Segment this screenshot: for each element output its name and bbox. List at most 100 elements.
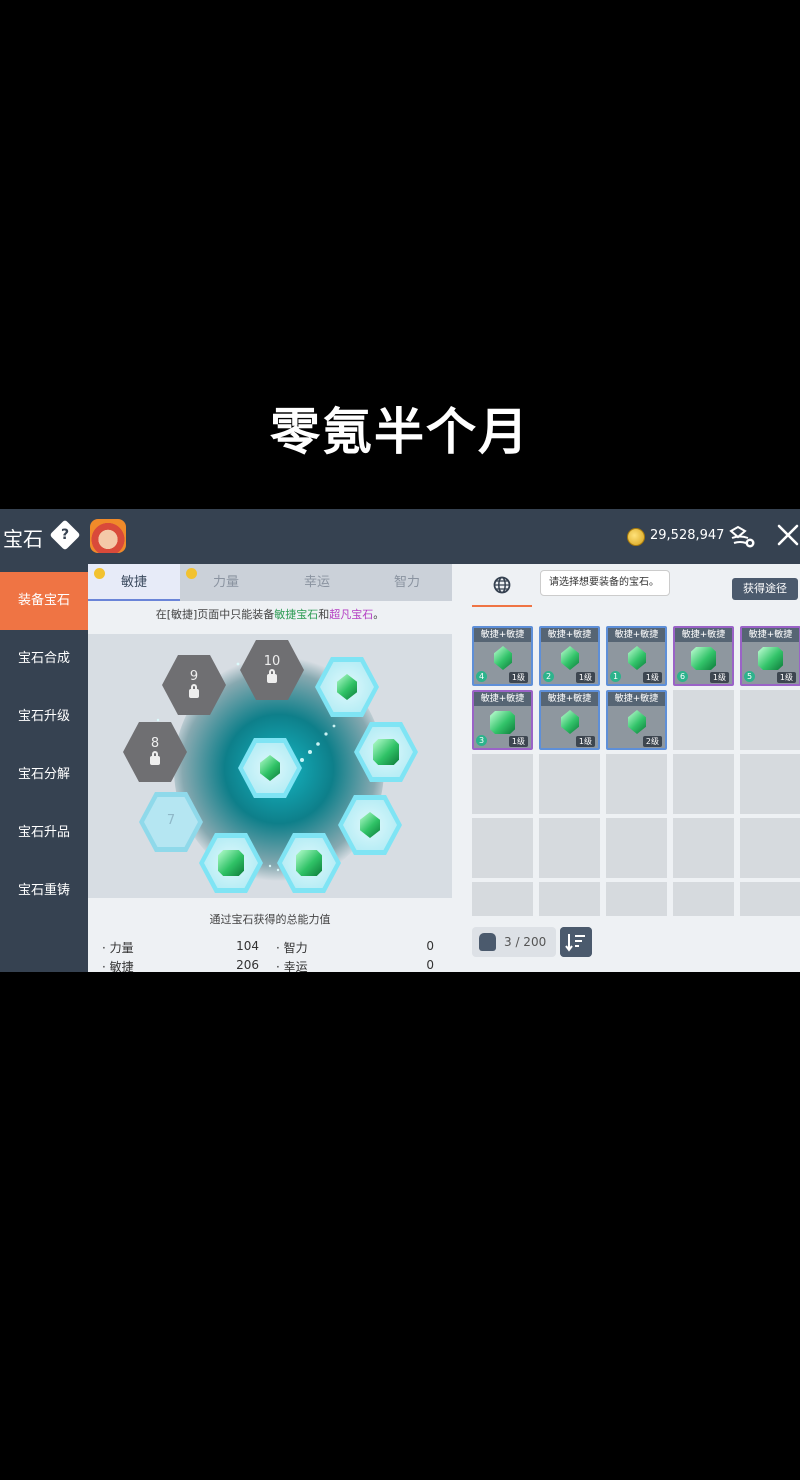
game-window: 宝石 ? 29,528,947 装备宝石 宝石合成 宝石升级 宝石分解 宝石升品… (0, 509, 800, 972)
tab-all-gems[interactable] (472, 564, 532, 607)
empty-inventory-cell (740, 754, 800, 814)
gem-card[interactable]: 敏捷+敏捷 1级 (539, 690, 600, 750)
tab-badge-icon (186, 568, 197, 579)
acquire-source-button[interactable]: 获得途径 (732, 578, 798, 600)
gem-count: 5 (744, 671, 755, 682)
gem-card-name: 敏捷+敏捷 (541, 692, 598, 706)
gem-count: 6 (677, 671, 688, 682)
empty-inventory-cell (673, 690, 734, 750)
gem-level: 1级 (508, 672, 528, 683)
empty-inventory-cell (539, 818, 600, 878)
gem-card[interactable]: 敏捷+敏捷 4 1级 (472, 626, 533, 686)
notice-prefix: 在[敏捷]页面中只能装备 (155, 608, 275, 621)
gem-card[interactable]: 敏捷+敏捷 2级 (606, 690, 667, 750)
sidebar-item-gem-decompose[interactable]: 宝石分解 (0, 746, 88, 804)
gem-card-name: 敏捷+敏捷 (474, 692, 531, 706)
gem-count: 4 (476, 671, 487, 682)
empty-inventory-cell (539, 754, 600, 814)
gem-card[interactable]: 敏捷+敏捷 5 1级 (740, 626, 800, 686)
stat-tabs: 敏捷 力量 幸运 智力 (88, 564, 452, 601)
empty-inventory-cell (740, 818, 800, 878)
notice-agility-gem: 敏捷宝石 (274, 608, 319, 621)
close-icon[interactable] (776, 523, 800, 547)
stats-title: 通过宝石获得的总能力值 (209, 913, 331, 926)
tab-label: 敏捷 (120, 575, 147, 590)
slot-number: 7 (166, 813, 176, 828)
green-gem-icon (628, 710, 646, 734)
gem-card-name: 敏捷+敏捷 (608, 692, 665, 706)
stat-strength-label: · 力量 (102, 941, 134, 955)
avatar[interactable] (90, 519, 126, 553)
gold-amount: 29,528,947 (650, 528, 725, 543)
empty-inventory-cell (606, 882, 667, 916)
gem-level: 1级 (508, 736, 528, 747)
empty-inventory-cell (606, 754, 667, 814)
globe-icon (493, 576, 511, 594)
top-bar: 宝石 ? 29,528,947 (0, 509, 800, 564)
gem-card[interactable]: 敏捷+敏捷 2 1级 (539, 626, 600, 686)
green-gem-icon (561, 710, 579, 734)
sidebar-item-gem-recast[interactable]: 宝石重铸 (0, 862, 88, 920)
tab-luck[interactable]: 幸运 (272, 564, 362, 601)
green-gem-icon (373, 739, 399, 765)
gem-card[interactable]: 敏捷+敏捷 6 1级 (673, 626, 734, 686)
sidebar-item-gem-grade-up[interactable]: 宝石升品 (0, 804, 88, 862)
empty-inventory-cell (673, 882, 734, 916)
gold-coin-icon (627, 528, 645, 546)
empty-inventory-cell (472, 754, 533, 814)
lock-icon (267, 669, 277, 683)
gem-card[interactable]: 敏捷+敏捷 3 1级 (472, 690, 533, 750)
stat-strength-value: 104 (236, 939, 259, 953)
help-icon[interactable]: ? (49, 519, 81, 551)
gem-level: 1级 (575, 672, 595, 683)
tab-badge-icon (94, 568, 105, 579)
gem-shop-icon[interactable] (728, 525, 756, 549)
slot-number: 9 (189, 669, 199, 684)
gem-card-name: 敏捷+敏捷 (474, 628, 531, 642)
video-caption: 零氪半个月 (270, 402, 530, 461)
notice-transcendent-gem: 超凡宝石 (329, 608, 374, 621)
empty-inventory-cell (673, 754, 734, 814)
gem-card-name: 敏捷+敏捷 (675, 628, 732, 642)
tab-strength[interactable]: 力量 (180, 564, 272, 601)
sidebar: 装备宝石 宝石合成 宝石升级 宝石分解 宝石升品 宝石重铸 (0, 564, 88, 972)
gem-level: 1级 (776, 672, 796, 683)
tab-agility[interactable]: 敏捷 (88, 564, 180, 601)
empty-inventory-cell (472, 882, 533, 916)
gem-card-name: 敏捷+敏捷 (608, 628, 665, 642)
empty-inventory-cell (472, 818, 533, 878)
lock-icon (189, 684, 199, 698)
green-gem-icon (296, 850, 322, 876)
equip-notice: 在[敏捷]页面中只能装备敏捷宝石和超凡宝石。 (88, 606, 452, 622)
bag-icon (479, 933, 496, 951)
page-title: 宝石 (3, 527, 43, 551)
green-gem-icon (561, 646, 579, 670)
sidebar-item-gem-synthesis[interactable]: 宝石合成 (0, 630, 88, 688)
gem-inventory-grid: 敏捷+敏捷 4 1级 敏捷+敏捷 2 1级 敏捷+敏捷 1 1级 敏捷+敏捷 6… (472, 626, 800, 916)
sidebar-item-gem-upgrade[interactable]: 宝石升级 (0, 688, 88, 746)
gem-count: 1 (610, 671, 621, 682)
gem-level: 1级 (709, 672, 729, 683)
sort-button[interactable] (560, 927, 592, 957)
stat-intelligence-value: 0 (426, 939, 434, 953)
lock-icon (150, 751, 160, 765)
help-symbol: ? (60, 527, 70, 543)
gem-card-name: 敏捷+敏捷 (541, 628, 598, 642)
empty-inventory-cell (740, 690, 800, 750)
stat-intelligence-label: · 智力 (276, 941, 308, 955)
empty-inventory-cell (539, 882, 600, 916)
stat-agility-label: · 敏捷 (102, 960, 134, 972)
gem-level: 1级 (642, 672, 662, 683)
gem-card-name: 敏捷+敏捷 (742, 628, 799, 642)
gem-level: 2级 (642, 736, 662, 747)
gem-slot-board: 9 10 8 7 (88, 634, 452, 898)
tab-label: 力量 (212, 575, 239, 590)
sidebar-item-equip-gem[interactable]: 装备宝石 (0, 572, 88, 630)
gem-level: 1级 (575, 736, 595, 747)
gem-card[interactable]: 敏捷+敏捷 1 1级 (606, 626, 667, 686)
tab-intelligence[interactable]: 智力 (362, 564, 452, 601)
notice-suffix: 。 (373, 608, 385, 621)
green-gem-icon (628, 646, 646, 670)
slot-number: 8 (150, 736, 160, 751)
slot-number: 10 (263, 654, 281, 669)
